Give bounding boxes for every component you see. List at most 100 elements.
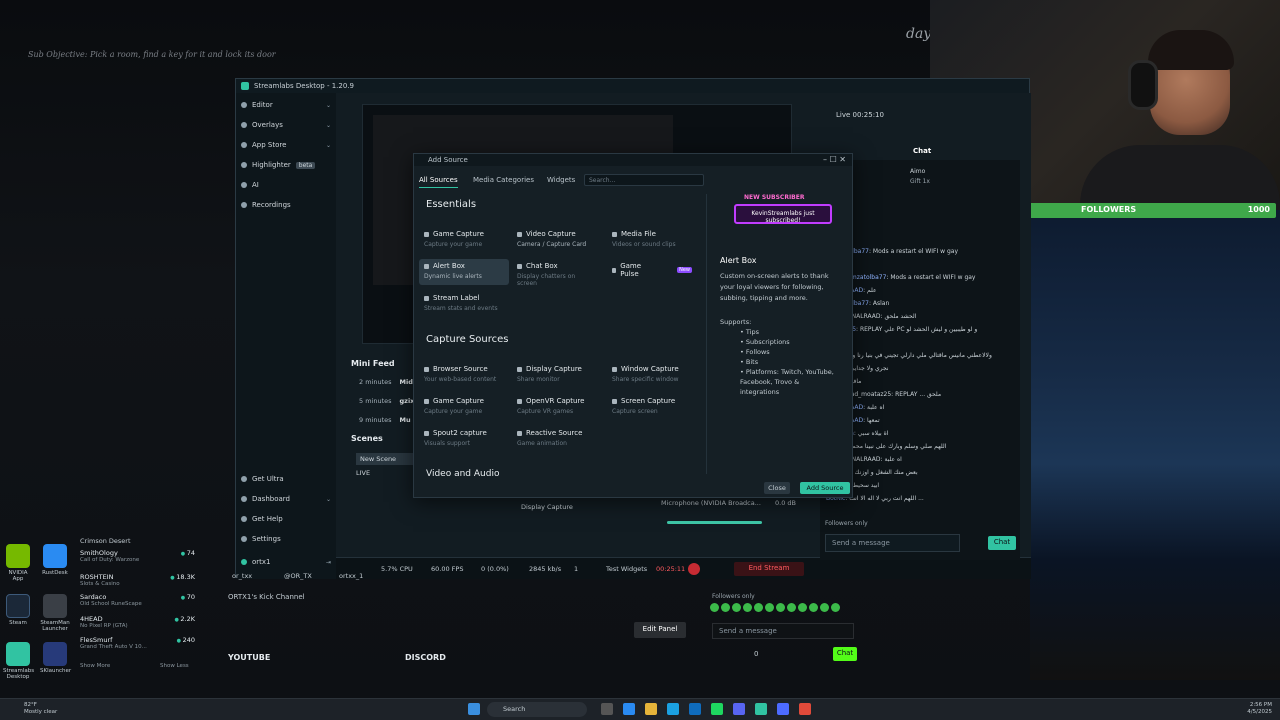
source-title: Chat Box xyxy=(526,262,558,270)
app-icon[interactable] xyxy=(623,703,635,715)
source-window-capture[interactable]: Window Capture Share specific window xyxy=(607,362,697,388)
rec-channel[interactable]: FlesSmurfGrand Theft Auto V 10... 240 xyxy=(80,636,195,650)
source-screen-capture[interactable]: Screen Capture Capture screen xyxy=(607,394,697,420)
rec-channel[interactable]: 4HEADNo Pixel RP (GTA) 2.2K xyxy=(80,615,195,629)
source-reactive-source[interactable]: Reactive Source Game animation xyxy=(512,426,602,452)
close-button[interactable]: Close xyxy=(764,482,790,494)
source-stream-label[interactable]: Stream Label Stream stats and events xyxy=(419,291,509,317)
sidebar-item-get-ultra[interactable]: Get Ultra xyxy=(241,475,331,483)
launcher-rustdesk[interactable]: RustDesk xyxy=(40,544,70,576)
launcher-streamlabs[interactable]: Streamlabs Desktop xyxy=(3,642,34,680)
social-link[interactable]: @OR_TX xyxy=(284,572,312,580)
weather-widget[interactable]: 82°F Mostly clear xyxy=(24,702,57,716)
folder-icon[interactable] xyxy=(645,703,657,715)
scene-item-new-scene[interactable]: New Scene xyxy=(356,453,416,465)
streamlabs-taskbar-icon[interactable] xyxy=(755,703,767,715)
source-display-capture[interactable]: Display Capture Share monitor xyxy=(512,362,602,388)
feed-row: 2 minutes Mid xyxy=(359,378,413,386)
test-widgets-button[interactable]: Test Widgets xyxy=(606,565,647,573)
chrome-icon[interactable] xyxy=(799,703,811,715)
scene-item-live[interactable]: LIVE xyxy=(356,469,370,477)
tab-widgets[interactable]: Widgets xyxy=(547,176,575,184)
sidebar-item-account[interactable]: ortx1 ⇥ xyxy=(241,558,331,566)
emote-icon[interactable] xyxy=(710,603,719,612)
vs-code-icon[interactable] xyxy=(777,703,789,715)
emote-icon[interactable] xyxy=(765,603,774,612)
source-browser-source[interactable]: Browser Source Your web-based content xyxy=(419,362,509,388)
source-video-capture[interactable]: Video Capture Camera / Capture Card xyxy=(512,227,602,253)
source-game-capture-2[interactable]: Game Capture Capture your game xyxy=(419,394,509,420)
sidebar-item-ai[interactable]: AI xyxy=(241,181,331,189)
show-less-link[interactable]: Show Less xyxy=(160,663,200,669)
chat-user-sub: Aimo xyxy=(910,168,926,175)
tab-all-sources[interactable]: All Sources xyxy=(419,176,458,188)
launcher-sklauncher[interactable]: SKlauncher xyxy=(40,642,71,674)
emote-icon[interactable] xyxy=(743,603,752,612)
add-source-button[interactable]: Add Source xyxy=(800,482,850,494)
launcher-nvidia-app[interactable]: NVIDIA App xyxy=(3,544,33,582)
source-openvr-capture[interactable]: OpenVR Capture Capture VR games xyxy=(512,394,602,420)
sidebar-item-app-store[interactable]: App Store ⌄ xyxy=(241,141,331,149)
youtube-panel[interactable]: YOUTUBE xyxy=(228,653,270,662)
sidebar-item-recordings[interactable]: Recordings xyxy=(241,201,331,209)
chat-text: : تمعها xyxy=(863,417,880,424)
store-icon[interactable] xyxy=(689,703,701,715)
source-title: Reactive Source xyxy=(526,429,583,437)
emote-icon[interactable] xyxy=(820,603,829,612)
sidebar-item-dashboard[interactable]: Dashboard ⌄ xyxy=(241,495,331,503)
launcher-steam[interactable]: Steam xyxy=(3,594,33,626)
rustdesk-icon xyxy=(43,544,67,568)
end-stream-button[interactable]: End Stream xyxy=(734,562,804,576)
social-link[interactable]: or_txx xyxy=(232,572,252,580)
chat-text: : Mods a restart el WIFI w gay xyxy=(868,248,959,255)
edge-icon[interactable] xyxy=(667,703,679,715)
launcher-steamman[interactable]: SteamMan Launcher xyxy=(40,594,70,632)
emote-icon[interactable] xyxy=(809,603,818,612)
tab-media-categories[interactable]: Media Categories xyxy=(473,176,534,184)
sidebar-item-settings[interactable]: Settings xyxy=(241,535,331,543)
emote-icon[interactable] xyxy=(776,603,785,612)
search-input[interactable]: Search... xyxy=(584,174,704,186)
window-controls[interactable]: – ☐ ✕ xyxy=(823,155,846,164)
emote-icon[interactable] xyxy=(798,603,807,612)
source-chat-box[interactable]: Chat Box Display chatters on screen xyxy=(512,259,602,287)
discord-panel[interactable]: DISCORD xyxy=(405,653,446,662)
emote-bar[interactable] xyxy=(710,603,860,615)
edit-panel-button[interactable]: Edit Panel xyxy=(634,622,686,638)
rec-channel[interactable]: ROSHTEINSlots & Casino 18.3K xyxy=(80,573,195,587)
source-game-capture[interactable]: Game Capture Capture your game xyxy=(419,227,509,253)
rec-channel[interactable]: SardacoOld School RuneScape 70 xyxy=(80,593,195,607)
chat-send-button[interactable]: Chat xyxy=(988,536,1016,550)
chat-message: ABNALRAAD: تمعها xyxy=(826,417,1016,424)
discord-icon[interactable] xyxy=(733,703,745,715)
chat-input[interactable]: Send a message xyxy=(825,534,960,552)
sidebar-item-highlighter[interactable]: Highlighter beta xyxy=(241,161,331,169)
emote-icon[interactable] xyxy=(754,603,763,612)
system-clock[interactable]: 2:56 PM 4/5/2025 xyxy=(1247,702,1272,716)
volume-slider[interactable] xyxy=(667,521,762,524)
rec-name: 4HEAD xyxy=(80,615,103,623)
emote-icon[interactable] xyxy=(831,603,840,612)
source-game-pulse[interactable]: Game Pulse New xyxy=(607,259,697,285)
rec-channel[interactable]: SmithOlogyCall of Duty: Warzone 74 xyxy=(80,549,195,563)
display-capture-source[interactable]: Display Capture xyxy=(521,503,573,511)
rec-button[interactable] xyxy=(688,563,700,575)
sidebar-item-editor[interactable]: Editor ⌄ xyxy=(241,101,331,109)
sidebar-item-overlays[interactable]: Overlays ⌄ xyxy=(241,121,331,129)
kick-chat-send-button[interactable]: Chat xyxy=(833,647,857,661)
kick-chat-input[interactable]: Send a message xyxy=(712,623,854,639)
emote-icon[interactable] xyxy=(721,603,730,612)
emote-icon[interactable] xyxy=(787,603,796,612)
source-alert-box[interactable]: Alert Box Dynamic live alerts xyxy=(419,259,509,285)
spotify-icon[interactable] xyxy=(711,703,723,715)
emote-icon[interactable] xyxy=(732,603,741,612)
rec-game: Old School RuneScape xyxy=(80,601,142,607)
windows-start-icon[interactable] xyxy=(468,703,480,715)
sidebar-item-get-help[interactable]: Get Help xyxy=(241,515,331,523)
taskbar-search[interactable]: Search xyxy=(487,702,587,717)
task-view-icon[interactable] xyxy=(601,703,613,715)
source-media-file[interactable]: Media File Videos or sound clips xyxy=(607,227,697,253)
feed-time: 5 minutes xyxy=(359,397,392,405)
source-spout2-capture[interactable]: Spout2 capture Visuals support xyxy=(419,426,509,452)
social-link[interactable]: ortxx_1 xyxy=(339,572,363,580)
